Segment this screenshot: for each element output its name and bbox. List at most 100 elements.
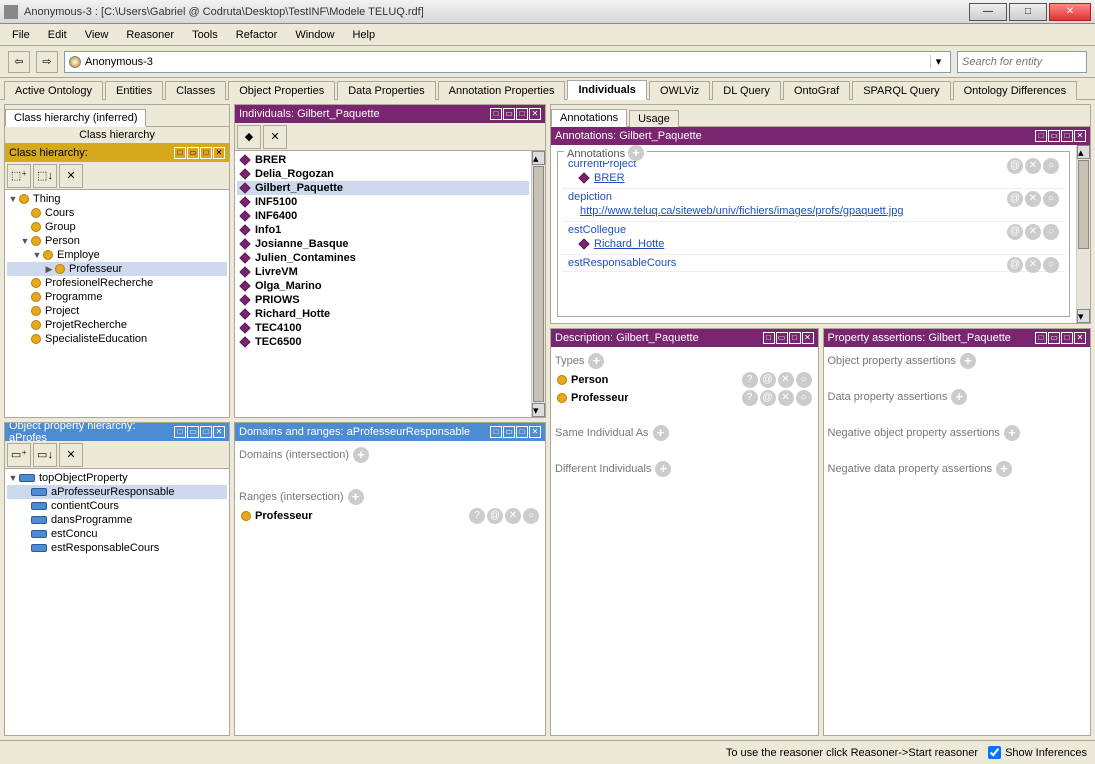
individual-item[interactable]: Info1 [237, 223, 529, 237]
nav-back-button[interactable]: ⇦ [8, 51, 30, 73]
remove-icon[interactable]: ✕ [1025, 224, 1041, 240]
tree-employe[interactable]: ▼Employe [7, 248, 227, 262]
help-icon[interactable]: ? [469, 508, 485, 524]
tree-topobjectproperty[interactable]: ▼topObjectProperty [7, 471, 227, 485]
panel-controls[interactable]: □▭□✕ [173, 147, 225, 159]
tab-ontograf[interactable]: OntoGraf [783, 81, 850, 100]
delete-individual-button[interactable]: ✕ [263, 125, 287, 149]
tree-person[interactable]: ▼Person [7, 234, 227, 248]
tree-projetrecherche[interactable]: ProjetRecherche [7, 318, 227, 332]
tree-project[interactable]: Project [7, 304, 227, 318]
add-different-button[interactable]: + [655, 461, 671, 477]
individual-item[interactable]: Gilbert_Paquette [237, 181, 529, 195]
individual-item[interactable]: Delia_Rogozan [237, 167, 529, 181]
individual-item[interactable]: BRER [237, 153, 529, 167]
minimize-button[interactable]: — [969, 3, 1007, 21]
tab-annotation-properties[interactable]: Annotation Properties [438, 81, 566, 100]
range-professeur[interactable]: Professeur ? @ ✕ ○ [237, 507, 543, 525]
nav-forward-button[interactable]: ⇨ [36, 51, 58, 73]
menu-help[interactable]: Help [344, 27, 383, 43]
tab-object-properties[interactable]: Object Properties [228, 81, 335, 100]
tab-dl-query[interactable]: DL Query [712, 81, 781, 100]
tree-group[interactable]: Group [7, 220, 227, 234]
add-type-button[interactable]: + [588, 353, 604, 369]
add-annotation-button[interactable]: + [628, 145, 644, 161]
panel-controls[interactable]: □▭□✕ [762, 332, 814, 344]
add-same-as-button[interactable]: + [653, 425, 669, 441]
edit-icon[interactable]: ○ [523, 508, 539, 524]
add-obj-assertion-button[interactable]: + [960, 353, 976, 369]
individual-item[interactable]: PRIOWS [237, 293, 529, 307]
show-inferences-checkbox[interactable]: Show Inferences [988, 746, 1087, 759]
scrollbar[interactable]: ▴▾ [531, 151, 545, 417]
annotate-icon[interactable]: @ [1007, 158, 1023, 174]
individual-item[interactable]: LivreVM [237, 265, 529, 279]
edit-icon[interactable]: ○ [1043, 257, 1059, 273]
annotation-link[interactable]: http://www.teluq.ca/siteweb/univ/fichier… [580, 205, 903, 217]
type-person[interactable]: Person?@✕○ [553, 371, 816, 389]
close-button[interactable]: ✕ [1049, 3, 1091, 21]
annotate-icon[interactable]: @ [1007, 257, 1023, 273]
scrollbar[interactable]: ▴▾ [1076, 145, 1090, 323]
address-dropdown[interactable]: ▾ [930, 55, 946, 68]
tab-owlviz[interactable]: OWLViz [649, 81, 710, 100]
menu-reasoner[interactable]: Reasoner [118, 27, 182, 43]
tree-professeur[interactable]: ▶Professeur [7, 262, 227, 276]
show-inferences-input[interactable] [988, 746, 1001, 759]
tree-cours[interactable]: Cours [7, 206, 227, 220]
individual-item[interactable]: TEC4100 [237, 321, 529, 335]
delete-class-button[interactable]: ✕ [59, 164, 83, 188]
tab-data-properties[interactable]: Data Properties [337, 81, 435, 100]
add-neg-data-assertion-button[interactable]: + [996, 461, 1012, 477]
annotate-icon[interactable]: @ [487, 508, 503, 524]
tab-individuals[interactable]: Individuals [567, 80, 646, 100]
add-range-button[interactable]: + [348, 489, 364, 505]
individual-item[interactable]: Julien_Contamines [237, 251, 529, 265]
add-child-prop-button[interactable]: ▭↓ [33, 443, 57, 467]
menu-view[interactable]: View [77, 27, 117, 43]
tab-class-hierarchy-inferred[interactable]: Class hierarchy (inferred) [5, 109, 146, 127]
search-input[interactable] [957, 51, 1087, 73]
add-data-assertion-button[interactable]: + [951, 389, 967, 405]
tree-specialisteeducation[interactable]: SpecialisteEducation [7, 332, 227, 346]
class-hierarchy-subtab[interactable]: Class hierarchy [5, 127, 229, 144]
panel-controls[interactable]: □▭□✕ [489, 426, 541, 438]
tree-aprofesseurresponsable[interactable]: aProfesseurResponsable [7, 485, 227, 499]
tab-annotations[interactable]: Annotations [551, 109, 627, 127]
tab-active-ontology[interactable]: Active Ontology [4, 81, 103, 100]
individual-item[interactable]: INF5100 [237, 195, 529, 209]
tab-usage[interactable]: Usage [629, 110, 679, 127]
panel-controls[interactable]: □▭□✕ [173, 426, 225, 438]
add-domain-button[interactable]: + [353, 447, 369, 463]
tree-contientcours[interactable]: contientCours [7, 499, 227, 513]
edit-icon[interactable]: ○ [1043, 191, 1059, 207]
panel-controls[interactable]: □▭□✕ [489, 108, 541, 120]
address-bar[interactable]: Anonymous-3 ▾ [64, 51, 951, 73]
individual-item[interactable]: Olga_Marino [237, 279, 529, 293]
panel-controls[interactable]: □▭□✕ [1034, 332, 1086, 344]
menu-refactor[interactable]: Refactor [228, 27, 286, 43]
remove-icon[interactable]: ✕ [505, 508, 521, 524]
remove-icon[interactable]: ✕ [1025, 191, 1041, 207]
remove-icon[interactable]: ✕ [1025, 158, 1041, 174]
tab-sparql-query[interactable]: SPARQL Query [852, 81, 950, 100]
annotation-entity-link[interactable]: BRER [594, 172, 625, 184]
menu-file[interactable]: File [4, 27, 38, 43]
annotation-entity-link[interactable]: Richard_Hotte [594, 238, 664, 250]
tab-classes[interactable]: Classes [165, 81, 226, 100]
remove-icon[interactable]: ✕ [1025, 257, 1041, 273]
tree-programme[interactable]: Programme [7, 290, 227, 304]
add-child-button[interactable]: ⬚↓ [33, 164, 57, 188]
tree-estresponsablecours[interactable]: estResponsableCours [7, 541, 227, 555]
individual-item[interactable]: INF6400 [237, 209, 529, 223]
menu-edit[interactable]: Edit [40, 27, 75, 43]
add-sibling-button[interactable]: ⬚⁺ [7, 164, 31, 188]
tree-estconcu[interactable]: estConcu [7, 527, 227, 541]
individual-item[interactable]: Josianne_Basque [237, 237, 529, 251]
tree-dansprogramme[interactable]: dansProgramme [7, 513, 227, 527]
edit-icon[interactable]: ○ [1043, 224, 1059, 240]
tree-thing[interactable]: ▼Thing [7, 192, 227, 206]
tree-profesionelrecherche[interactable]: ProfesionelRecherche [7, 276, 227, 290]
add-sibling-prop-button[interactable]: ▭⁺ [7, 443, 31, 467]
add-neg-obj-assertion-button[interactable]: + [1004, 425, 1020, 441]
